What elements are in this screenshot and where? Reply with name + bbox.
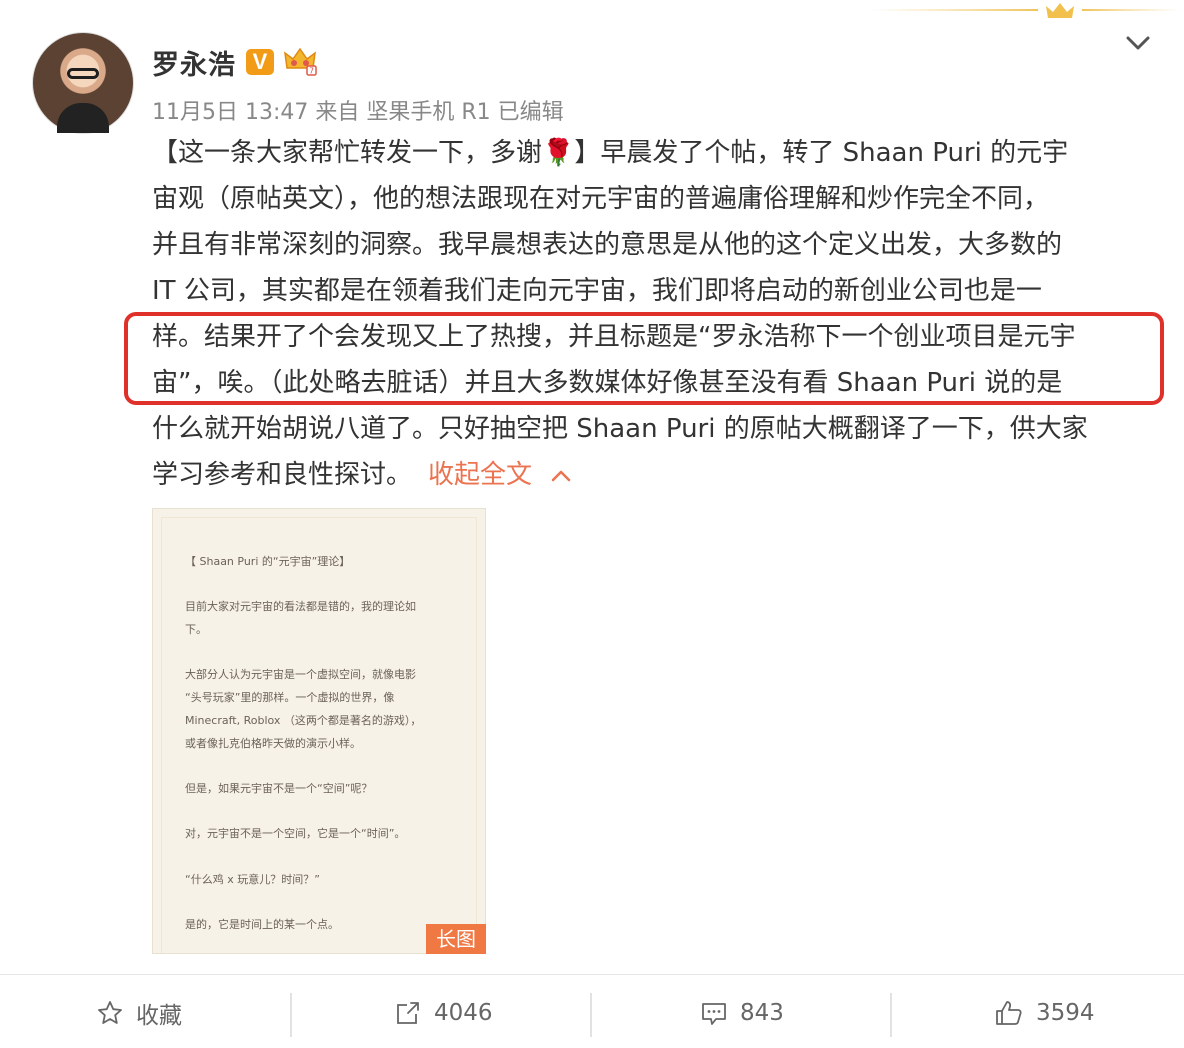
- thumbs-up-icon: [996, 1001, 1022, 1025]
- image-text-line: “什么鸡 x 玩意儿？时间？”: [185, 873, 320, 886]
- svg-text:7: 7: [309, 67, 314, 76]
- share-icon: [397, 1002, 419, 1024]
- long-image-thumbnail[interactable]: 【 Shaan Puri 的“元宇宙”理论】 目前大家对元宇宙的看法都是错的，我…: [152, 508, 486, 954]
- image-text-line: “头号玩家”里的那样。一个虚拟的世界，像: [185, 691, 395, 704]
- post-line-last: 学习参考和良性探讨。 收起全文: [152, 452, 1152, 498]
- comment-button[interactable]: 843: [700, 993, 784, 1033]
- vip-crown-icon: 7: [284, 47, 317, 76]
- image-text-line: 目前大家对元宇宙的看法都是错的，我的理论如: [185, 600, 416, 613]
- action-separator: [590, 993, 592, 1037]
- verified-badge: V: [246, 49, 274, 75]
- footer-divider: [0, 974, 1184, 975]
- favorite-label: 收藏: [136, 1003, 182, 1029]
- image-text-line: 【 Shaan Puri 的“元宇宙”理论】: [185, 555, 351, 568]
- repost-count: 4046: [434, 1000, 493, 1026]
- image-text-line: 对，元宇宙不是一个空间，它是一个“时间”。: [185, 827, 406, 840]
- post-line-last-text: 学习参考和良性探讨。: [152, 460, 413, 490]
- author-name[interactable]: 罗永浩: [152, 43, 236, 82]
- like-button[interactable]: 3594: [994, 993, 1095, 1033]
- post-meta: 11月5日 13:47 来自 坚果手机 R1 已编辑: [152, 100, 564, 125]
- post-line: IT 公司，其实都是在领着我们走向元宇宙，我们即将启动的新创业公司也是一: [152, 276, 1042, 306]
- image-text-line: 大部分人认为元宇宙是一个虚拟空间，就像电影: [185, 668, 416, 681]
- post-line: 什么就开始胡说八道了。只好抽空把 Shaan Puri 的原帖大概翻译了一下，供…: [152, 414, 1088, 444]
- post-line: 【这一条大家帮忙转发一下，多谢🌹】早晨发了个帖，转了 Shaan Puri 的元…: [152, 138, 1069, 168]
- chevron-down-icon[interactable]: [1122, 30, 1154, 56]
- comment-count: 843: [740, 1000, 784, 1026]
- action-separator: [290, 993, 292, 1037]
- image-text-line: Minecraft, Roblox （这两个都是著名的游戏），: [185, 714, 422, 727]
- crown-decoration-icon: [870, 3, 1180, 18]
- comment-icon: [702, 1003, 726, 1025]
- like-count: 3594: [1036, 1000, 1095, 1026]
- action-separator: [890, 993, 892, 1037]
- collapse-text-link[interactable]: 收起全文: [428, 460, 532, 490]
- image-text-line: 但是，如果元宇宙不是一个“空间”呢？: [185, 782, 373, 795]
- image-text-line: 下。: [185, 623, 207, 636]
- favorite-button[interactable]: 收藏: [96, 993, 182, 1033]
- image-text-line: 是的，它是时间上的某一个点。: [185, 918, 339, 931]
- long-image-badge: 长图: [426, 924, 486, 954]
- image-text-line: 或者像扎克伯格昨天做的演示小样。: [185, 737, 361, 750]
- repost-button[interactable]: 4046: [394, 993, 493, 1033]
- post-line: 宙观（原帖英文），他的想法跟现在对元宇宙的普遍庸俗理解和炒作完全不同，: [152, 184, 1050, 214]
- chevron-up-icon[interactable]: [550, 468, 572, 484]
- highlight-annotation-box: [124, 312, 1164, 405]
- avatar[interactable]: [32, 32, 134, 134]
- star-icon: [98, 1001, 122, 1024]
- post-line: 并且有非常深刻的洞察。我早晨想表达的意思是从他的这个定义出发，大多数的: [152, 230, 1063, 260]
